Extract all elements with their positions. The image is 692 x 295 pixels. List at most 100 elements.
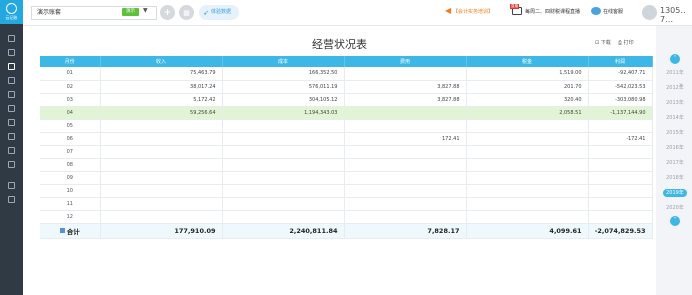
year-option[interactable]: 2020年 <box>662 201 688 216</box>
cell-profit <box>588 158 653 172</box>
cell-income <box>100 145 223 159</box>
cell-tax <box>466 184 589 198</box>
experience-data-button[interactable]: ➶ 体验数据 <box>199 5 239 20</box>
archive-icon[interactable] <box>0 143 23 157</box>
ledger-icon[interactable] <box>0 73 23 87</box>
table-row[interactable]: 02 38,017.24 576,011.19 3,827.88 201.70 -542,… <box>40 80 653 94</box>
year-option[interactable]: 2017年 <box>662 156 688 171</box>
cell-cost <box>222 158 345 172</box>
cell-profit <box>588 210 653 224</box>
header-expense: 费用 <box>344 56 467 67</box>
cell-expense <box>344 197 467 211</box>
cell-expense: 3,827.88 <box>344 93 467 107</box>
cell-expense <box>344 67 467 81</box>
total-tax: 4,099.61 <box>466 223 589 239</box>
invoice-icon[interactable] <box>0 101 23 115</box>
year-label: 2019年 <box>663 189 687 197</box>
table-row[interactable]: 01 75,463.79 166,352.50 1,519.00 -92,407.71 <box>40 67 653 81</box>
cell-cost <box>222 184 345 198</box>
year-option[interactable]: 2011年 <box>662 66 688 81</box>
table-row[interactable]: 05 <box>40 119 653 133</box>
table-row[interactable]: 07 <box>40 145 653 159</box>
account-icon[interactable] <box>0 87 23 101</box>
cell-profit: -92,407.71 <box>588 67 653 81</box>
cell-expense <box>344 106 467 120</box>
dashboard-icon[interactable] <box>0 31 23 45</box>
chevron-down-icon[interactable]: ˅ <box>670 216 680 226</box>
link-icon[interactable] <box>0 192 23 206</box>
cell-cost: 166,352.50 <box>222 67 345 81</box>
speaker-icon: ◀ <box>445 6 452 15</box>
cell-profit <box>588 197 653 211</box>
total-income: 177,910.09 <box>100 223 223 239</box>
cell-expense <box>344 158 467 172</box>
year-option[interactable]: 2014年 <box>662 111 688 126</box>
cell-month: 06 <box>40 132 101 146</box>
grid-button[interactable]: ▦ <box>179 5 194 20</box>
page-title: 经营状况表 <box>312 38 367 51</box>
cell-cost <box>222 145 345 159</box>
cell-month: 03 <box>40 93 101 107</box>
year-label: 2012年 <box>666 85 684 91</box>
cell-tax <box>466 145 589 159</box>
year-option[interactable]: 2015年 <box>662 126 688 141</box>
table-header: 月份 收入 成本 费用 税金 利润 <box>40 56 653 67</box>
download-button[interactable]: ⊡ 下载 <box>595 39 611 46</box>
table-row[interactable]: 12 <box>40 210 653 224</box>
logo-text: 云记账 <box>5 15 18 20</box>
settings-icon[interactable] <box>0 157 23 171</box>
year-option[interactable]: 2016年 <box>662 141 688 156</box>
cell-income <box>100 210 223 224</box>
print-icon[interactable] <box>0 129 23 143</box>
cell-tax: 1,519.00 <box>466 67 589 81</box>
print-button[interactable]: ⎙ 打印 <box>618 39 634 46</box>
sum-icon <box>59 228 65 233</box>
cell-profit: -542,023.53 <box>588 80 653 94</box>
total-cost: 2,240,811.84 <box>222 223 345 239</box>
chevron-up-icon[interactable]: ˄ <box>670 54 680 64</box>
cell-month: 04 <box>40 106 101 120</box>
report-icon[interactable] <box>0 59 23 73</box>
cell-expense <box>344 171 467 185</box>
cell-income: 38,017.24 <box>100 80 223 94</box>
table-row[interactable]: 06 172.41 -172.41 <box>40 132 653 146</box>
top-bar: 演示账套 演示 ▼ + ▦ ➶ 体验数据 ◀ 【会计实务培训】 直播 每周二、四… <box>23 0 692 26</box>
table-row[interactable]: 09 <box>40 171 653 185</box>
cell-income: 75,463.79 <box>100 67 223 81</box>
year-label: 2017年 <box>666 160 684 166</box>
cell-month: 10 <box>40 184 101 198</box>
cell-income: 5,172.42 <box>100 93 223 107</box>
cell-tax <box>466 197 589 211</box>
year-label: 2016年 <box>666 145 684 151</box>
cell-profit: -1,137,144.90 <box>588 106 653 120</box>
year-option[interactable]: 2012年 <box>662 81 688 96</box>
table-row[interactable]: 04 59,256.64 1,194,343.03 2,058.51 -1,137,14… <box>40 106 653 120</box>
year-label: 2015年 <box>666 130 684 136</box>
table-row[interactable]: 11 <box>40 197 653 211</box>
tv-icon: 直播 <box>510 4 522 15</box>
table-row[interactable]: 08 <box>40 158 653 172</box>
table-row[interactable]: 03 5,172.42 304,105.12 3,827.88 320.40 -303,0… <box>40 93 653 107</box>
year-option[interactable]: 2013年 <box>662 96 688 111</box>
printer-icon: ⎙ <box>618 40 623 46</box>
calculator-icon[interactable] <box>0 178 23 192</box>
voucher-icon[interactable] <box>0 45 23 59</box>
year-option[interactable]: 2018年 <box>662 171 688 186</box>
year-option[interactable]: 2019年 <box>662 186 688 201</box>
chevron-down-icon[interactable]: ▼ <box>143 7 148 14</box>
add-button[interactable]: + <box>160 5 175 20</box>
app-logo[interactable]: 云记账 <box>0 0 23 24</box>
cell-income: 59,256.64 <box>100 106 223 120</box>
user-name[interactable]: 1305‥7… <box>660 6 692 24</box>
table-row[interactable]: 10 <box>40 184 653 198</box>
customer-service-link[interactable]: 在线客服 <box>603 8 623 15</box>
cell-expense <box>344 145 467 159</box>
promo-link[interactable]: 【会计实务培训】 <box>453 8 493 15</box>
asset-icon[interactable] <box>0 115 23 129</box>
cell-tax <box>466 210 589 224</box>
cell-expense: 3,827.88 <box>344 80 467 94</box>
avatar[interactable] <box>642 5 657 20</box>
header-cost: 成本 <box>222 56 345 67</box>
live-course-link[interactable]: 每周二、四财税课程直播 <box>525 8 580 15</box>
logo-circle-icon <box>6 3 17 14</box>
